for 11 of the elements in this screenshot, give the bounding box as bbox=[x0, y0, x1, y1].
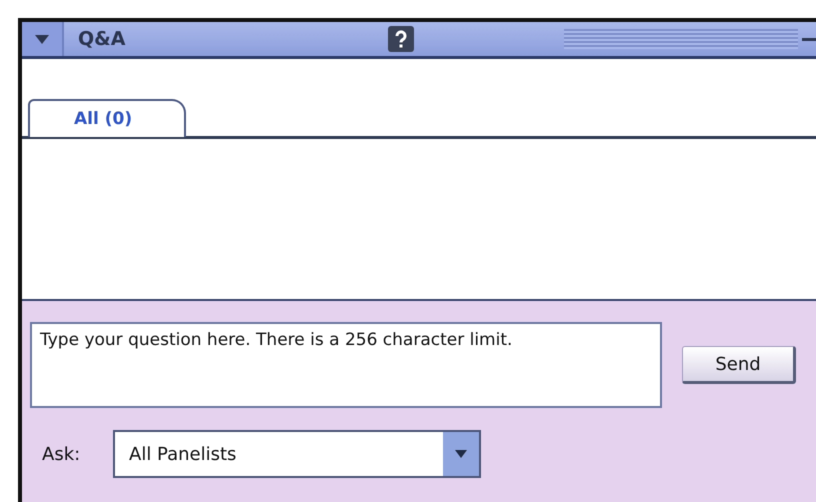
question-field[interactable]: Type your question here. There is a 256 character limit. bbox=[30, 322, 662, 408]
panel-title: Q&A bbox=[78, 28, 126, 50]
ask-label: Ask: bbox=[42, 444, 82, 464]
send-button[interactable]: Send bbox=[682, 346, 796, 384]
collapse-button[interactable] bbox=[22, 22, 64, 56]
dropdown-arrow-icon bbox=[455, 450, 467, 458]
tab[interactable]: All (0) bbox=[28, 99, 186, 137]
help-icon[interactable] bbox=[388, 26, 414, 52]
caret-icon bbox=[35, 34, 49, 44]
minimize-icon[interactable] bbox=[802, 38, 816, 40]
ask-dropdown[interactable]: All Panelists bbox=[113, 430, 481, 478]
